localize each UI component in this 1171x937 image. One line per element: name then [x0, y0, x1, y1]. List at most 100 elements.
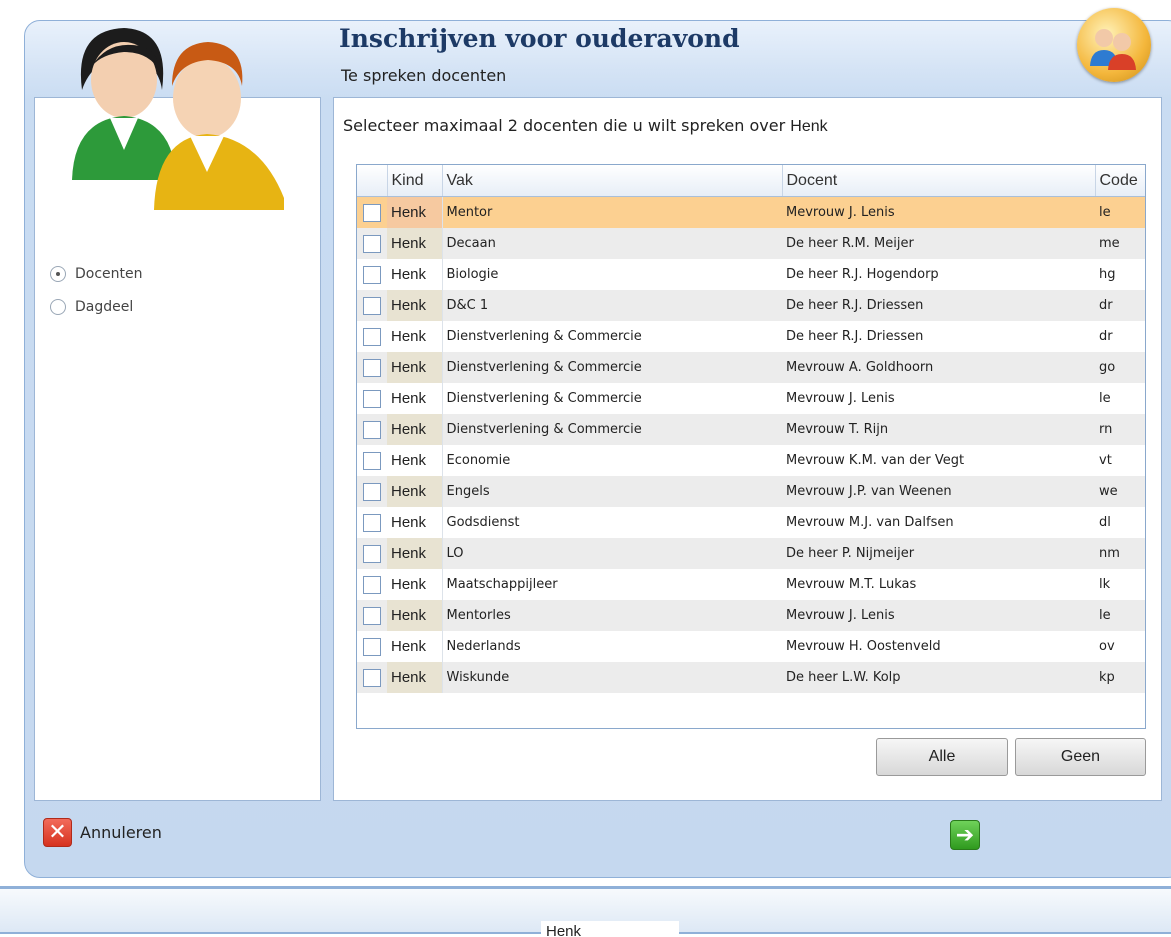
cell-vak: Dienstverlening & Commercie: [446, 391, 642, 406]
next-button[interactable]: ➔: [950, 820, 980, 850]
row-checkbox[interactable]: [363, 420, 381, 439]
radio-dagdeel[interactable]: Dagdeel: [50, 299, 133, 315]
table-row[interactable]: Henk Dienstverlening & Commercie Mevrouw T…: [357, 414, 1145, 445]
page-subtitle: Te spreken docenten: [341, 66, 507, 85]
radio-docenten[interactable]: Docenten: [50, 266, 143, 282]
row-checkbox[interactable]: [363, 606, 381, 625]
cell-docent: Mevrouw T. Rijn: [782, 414, 1095, 445]
instruction-text: Selecteer maximaal 2 docenten die u wilt…: [343, 116, 828, 136]
teacher-grid: Kind Vak Docent Code Henk Mentor Mevrouw J…: [356, 164, 1146, 729]
row-checkbox[interactable]: [363, 451, 381, 470]
row-checkbox[interactable]: [363, 265, 381, 284]
table-row[interactable]: Henk Godsdienst Mevrouw M.J. van Dalfsen dl: [357, 507, 1145, 538]
table-row[interactable]: Henk Engels Mevrouw J.P. van Weenen we: [357, 476, 1145, 507]
cell-code: ov: [1099, 639, 1115, 654]
table-row[interactable]: Henk Dienstverlening & Commercie Mevrouw J…: [357, 383, 1145, 414]
cell-kind: Henk: [387, 321, 443, 352]
table-row[interactable]: Henk Wiskunde De heer L.W. Kolp kp: [357, 662, 1145, 693]
row-checkbox[interactable]: [363, 668, 381, 687]
cell-vak: Economie: [446, 453, 511, 468]
cell-code: le: [1095, 600, 1145, 631]
select-none-button[interactable]: Geen: [1015, 738, 1146, 776]
cell-docent: Mevrouw J. Lenis: [786, 391, 895, 406]
row-checkbox[interactable]: [363, 482, 381, 501]
column-kind[interactable]: Kind: [387, 165, 443, 197]
table-row[interactable]: Henk Nederlands Mevrouw H. Oostenveld ov: [357, 631, 1145, 662]
row-checkbox[interactable]: [363, 544, 381, 563]
cell-code: dr: [1095, 290, 1145, 321]
cancel-label: Annuleren: [80, 823, 162, 842]
table-row[interactable]: Henk Biologie De heer R.J. Hogendorp hg: [357, 259, 1145, 290]
row-checkbox[interactable]: [363, 575, 381, 594]
cell-code: nm: [1095, 538, 1145, 569]
cell-vak: D&C 1: [442, 290, 782, 321]
cell-code: le: [1095, 196, 1145, 228]
column-docent[interactable]: Docent: [782, 165, 1096, 197]
cell-kind: Henk: [387, 662, 443, 693]
cell-vak: Dienstverlening & Commercie: [446, 329, 642, 344]
grid-header: Kind Vak Docent Code: [357, 165, 1145, 197]
column-code[interactable]: Code: [1095, 165, 1145, 197]
cell-kind: Henk: [387, 538, 443, 569]
close-icon[interactable]: ✕: [43, 818, 72, 847]
cell-select: [357, 445, 387, 476]
row-checkbox[interactable]: [363, 296, 381, 315]
page-title: Inschrijven voor ouderavond: [339, 24, 740, 53]
instruction-label: Selecteer maximaal 2 docenten die u wilt…: [343, 116, 786, 135]
cell-kind: Henk: [387, 383, 443, 414]
bottom-tab[interactable]: Henk: [541, 921, 679, 937]
cell-docent: Mevrouw J. Lenis: [782, 600, 1095, 631]
cell-code: hg: [1099, 267, 1116, 282]
table-row[interactable]: Henk Maatschappijleer Mevrouw M.T. Lukas lk: [357, 569, 1145, 600]
cancel-button[interactable]: ✕ Annuleren: [43, 818, 162, 847]
table-row[interactable]: Henk D&C 1 De heer R.J. Driessen dr: [357, 290, 1145, 321]
radio-dagdeel-label: Dagdeel: [75, 299, 134, 315]
cell-select: [357, 196, 387, 228]
cell-docent: Mevrouw H. Oostenveld: [786, 639, 941, 654]
radio-dagdeel-button[interactable]: [50, 299, 66, 315]
cell-select: [357, 352, 387, 383]
cell-select: [357, 600, 387, 631]
user-badge-icon[interactable]: [1077, 8, 1151, 82]
cell-code: dl: [1099, 515, 1111, 530]
table-row[interactable]: Henk Dienstverlening & Commercie Mevrouw A…: [357, 352, 1145, 383]
select-all-button[interactable]: Alle: [876, 738, 1008, 776]
cell-code: dr: [1099, 329, 1113, 344]
cell-code: rn: [1095, 414, 1145, 445]
table-row[interactable]: Henk Dienstverlening & Commercie De heer R…: [357, 321, 1145, 352]
cell-vak: Maatschappijleer: [446, 577, 558, 592]
cell-select: [357, 569, 387, 600]
cell-select: [357, 631, 387, 662]
row-checkbox[interactable]: [363, 234, 381, 253]
cell-docent: Mevrouw K.M. van der Vegt: [786, 453, 965, 468]
cell-vak: Nederlands: [446, 639, 521, 654]
row-checkbox[interactable]: [363, 513, 381, 532]
cell-code: we: [1095, 476, 1145, 507]
cell-kind: Henk: [387, 259, 443, 290]
cell-select: [357, 383, 387, 414]
cell-code: kp: [1095, 662, 1145, 693]
row-checkbox[interactable]: [363, 327, 381, 346]
radio-docenten-button[interactable]: [50, 266, 66, 282]
cell-kind: Henk: [387, 228, 443, 259]
table-row[interactable]: Henk Mentorles Mevrouw J. Lenis le: [357, 600, 1145, 631]
cell-vak: Engels: [442, 476, 782, 507]
cell-code: go: [1095, 352, 1145, 383]
table-row[interactable]: Henk Economie Mevrouw K.M. van der Vegt vt: [357, 445, 1145, 476]
table-row[interactable]: Henk Decaan De heer R.M. Meijer me: [357, 228, 1145, 259]
cell-vak: LO: [442, 538, 782, 569]
cell-docent: De heer L.W. Kolp: [782, 662, 1095, 693]
table-row[interactable]: Henk Mentor Mevrouw J. Lenis le: [357, 196, 1145, 228]
row-checkbox[interactable]: [363, 389, 381, 408]
row-checkbox[interactable]: [363, 203, 381, 222]
cell-kind: Henk: [387, 476, 443, 507]
users-icon: [72, 28, 284, 210]
table-row[interactable]: Henk LO De heer P. Nijmeijer nm: [357, 538, 1145, 569]
cell-vak: Dienstverlening & Commercie: [442, 352, 782, 383]
row-checkbox[interactable]: [363, 637, 381, 656]
cell-kind: Henk: [387, 196, 443, 228]
row-checkbox[interactable]: [363, 358, 381, 377]
cell-docent: De heer P. Nijmeijer: [782, 538, 1095, 569]
cell-select: [357, 476, 387, 507]
column-vak[interactable]: Vak: [442, 165, 783, 197]
